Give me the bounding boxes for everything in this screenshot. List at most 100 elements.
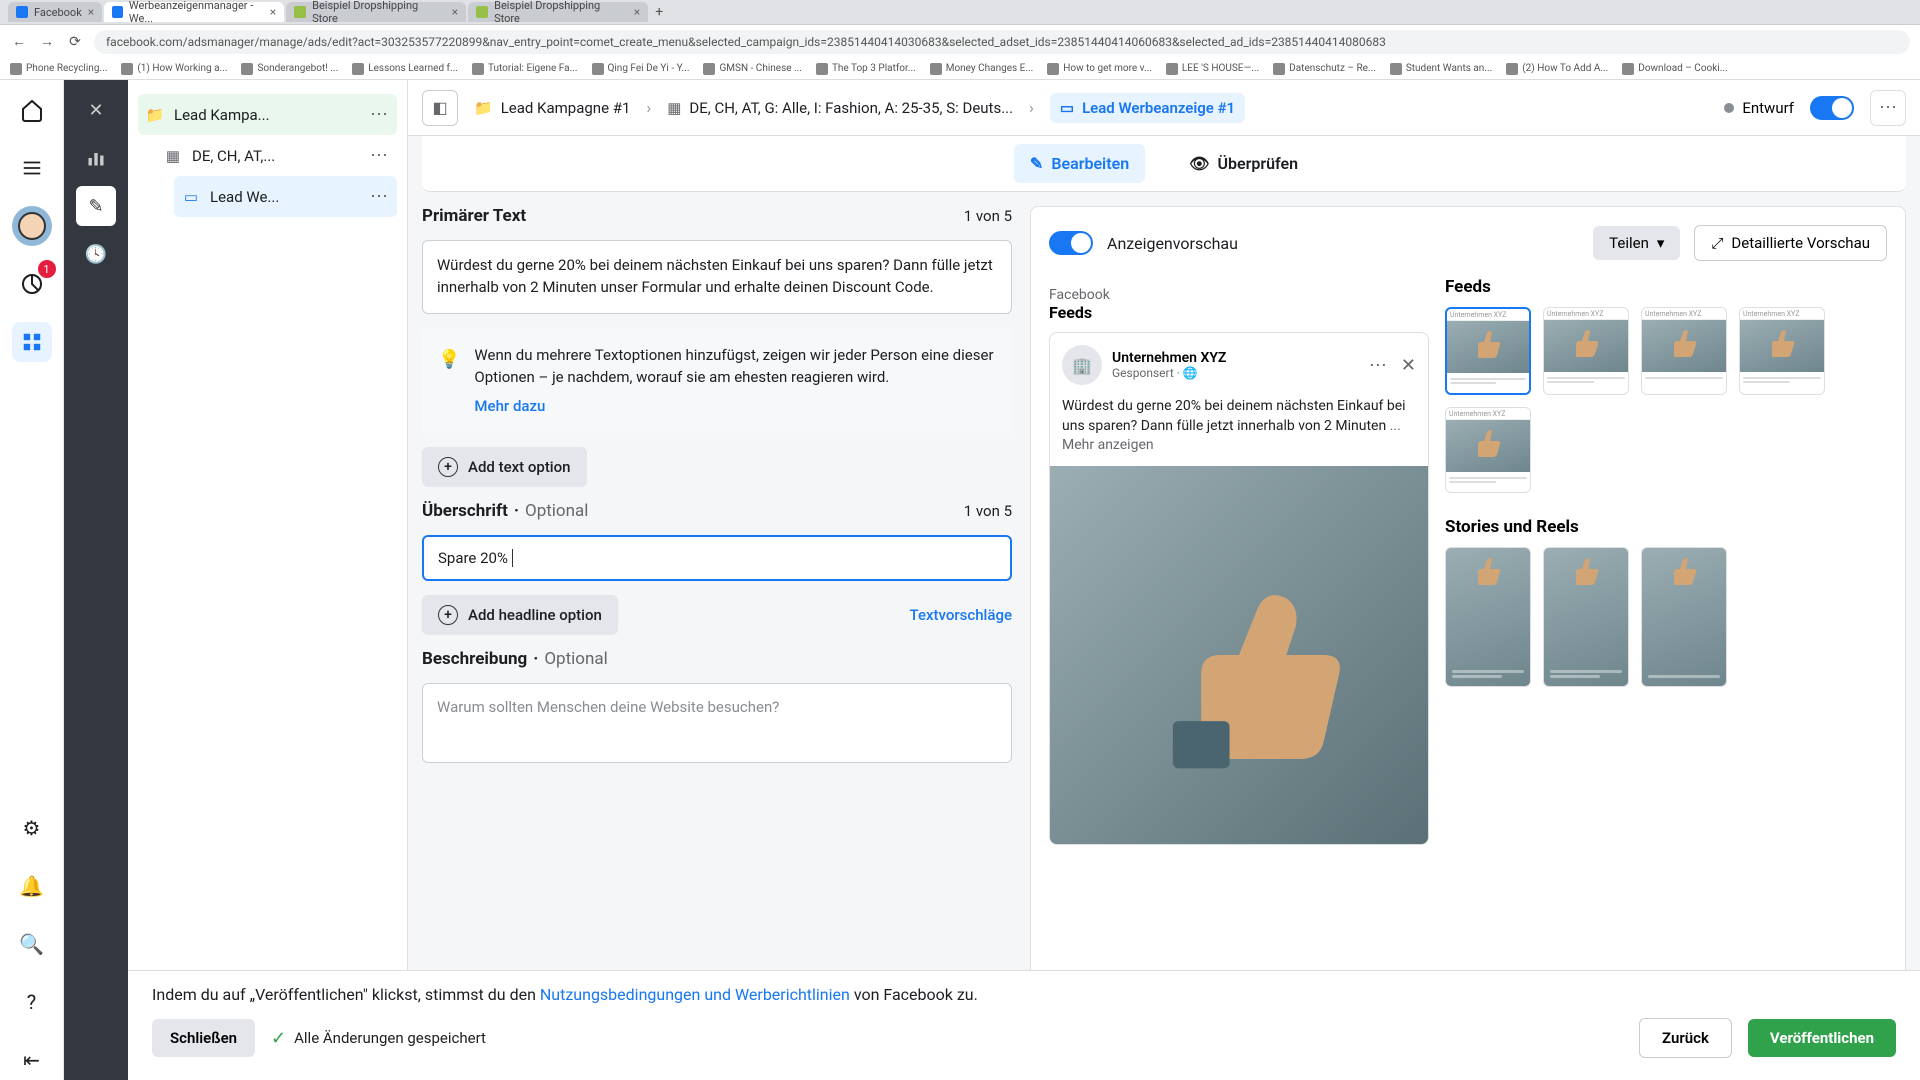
new-tab-icon[interactable]: + xyxy=(650,3,668,21)
share-button[interactable]: Teilen▾ xyxy=(1593,226,1680,260)
tree-adset[interactable]: ▦ DE, CH, AT,... ⋯ xyxy=(156,135,397,176)
tree-campaign[interactable]: 📁 Lead Kampa... ⋯ xyxy=(138,94,397,135)
url-field[interactable]: facebook.com/adsmanager/manage/ads/edit?… xyxy=(94,30,1910,54)
placements-panel: Feeds Unternehmen XYZ Unternehmen XYZ Un… xyxy=(1445,277,1887,1047)
saved-status: ✓Alle Änderungen gespeichert xyxy=(271,1028,486,1049)
placement-story-thumb[interactable] xyxy=(1543,547,1629,687)
bookmark-item[interactable]: Money Changes E... xyxy=(930,63,1034,75)
close-icon[interactable]: ✕ xyxy=(76,90,116,130)
browser-tab[interactable]: Beispiel Dropshipping Store× xyxy=(286,2,466,22)
headline-input[interactable]: Spare 20% xyxy=(422,535,1012,581)
chart-icon[interactable] xyxy=(76,138,116,178)
expand-icon: ⤢ xyxy=(1711,234,1723,252)
lightbulb-icon: 💡 xyxy=(438,346,460,418)
bookmark-item[interactable]: The Top 3 Platfor... xyxy=(816,63,916,75)
bookmark-item[interactable]: Student Wants an... xyxy=(1390,63,1492,75)
breadcrumb-ad[interactable]: ▭Lead Werbeanzeige #1 xyxy=(1050,93,1245,123)
detailed-preview-button[interactable]: ⤢Detaillierte Vorschau xyxy=(1694,225,1887,261)
breadcrumb-adset[interactable]: ▦DE, CH, AT, G: Alle, I: Fashion, A: 25-… xyxy=(667,99,1013,117)
help-icon[interactable]: ? xyxy=(12,982,52,1022)
tab-edit[interactable]: ✎Bearbeiten xyxy=(1014,144,1145,183)
chevron-down-icon: ▾ xyxy=(1657,234,1665,252)
placement-thumb[interactable]: Unternehmen XYZ xyxy=(1445,407,1531,493)
bookmark-item[interactable]: How to get more v... xyxy=(1047,63,1152,75)
breadcrumb-campaign[interactable]: 📁Lead Kampagne #1 xyxy=(474,99,630,117)
menu-icon[interactable] xyxy=(12,148,52,188)
browser-chrome: Facebook× Werbeanzeigenmanager - We...× … xyxy=(0,0,1920,58)
form-column: Primärer Text 1 von 5 Würdest du gerne 2… xyxy=(422,206,1012,1066)
bookmark-item[interactable]: GMSN - Chinese ... xyxy=(703,63,801,75)
bookmark-item[interactable]: Sonderangebot! ... xyxy=(241,63,338,75)
forward-icon[interactable]: → xyxy=(38,33,56,51)
browser-tab-active[interactable]: Werbeanzeigenmanager - We...× xyxy=(104,2,284,22)
bookmark-item[interactable]: (1) How Working a... xyxy=(121,63,227,75)
placement-thumb[interactable]: Unternehmen XYZ xyxy=(1739,307,1825,395)
close-icon[interactable]: × xyxy=(452,5,458,19)
close-icon[interactable]: × xyxy=(88,5,94,19)
add-headline-option-button[interactable]: +Add headline option xyxy=(422,595,618,635)
more-icon[interactable]: ⋯ xyxy=(1369,355,1387,376)
counter: 1 von 5 xyxy=(964,502,1012,520)
collapse-icon[interactable]: ⇤ xyxy=(12,1040,52,1080)
gear-icon[interactable]: ⚙ xyxy=(12,808,52,848)
bookmark-item[interactable]: Datenschutz – Re... xyxy=(1273,63,1376,75)
grid-icon[interactable] xyxy=(12,322,52,362)
placement-thumb[interactable]: Unternehmen XYZ xyxy=(1543,307,1629,395)
placement-thumb[interactable]: Unternehmen XYZ xyxy=(1641,307,1727,395)
close-icon[interactable]: × xyxy=(270,5,276,19)
edit-icon[interactable]: ✎ xyxy=(76,186,116,226)
ad-text: Würdest du gerne 20% bei deinem nächsten… xyxy=(1050,397,1428,466)
more-icon[interactable]: ⋯ xyxy=(1870,90,1906,126)
close-icon[interactable]: ✕ xyxy=(1401,355,1416,376)
bookmark-item[interactable]: Tutorial: Eigene Fa... xyxy=(472,63,578,75)
back-icon[interactable]: ← xyxy=(10,33,28,51)
adset-icon: ▦ xyxy=(667,99,681,117)
preview-toggle[interactable] xyxy=(1049,231,1093,255)
check-icon: ✓ xyxy=(271,1028,286,1049)
tree-ad[interactable]: ▭ Lead We... ⋯ xyxy=(174,176,397,217)
fb-feeds-label: Facebook Feeds xyxy=(1049,277,1429,322)
tab-review[interactable]: 👁Überprüfen xyxy=(1173,144,1314,183)
bookmark-item[interactable]: (2) How To Add A... xyxy=(1506,63,1608,75)
more-icon[interactable]: ⋯ xyxy=(370,186,389,207)
bell-icon[interactable]: 🔔 xyxy=(12,866,52,906)
bookmark-item[interactable]: Qing Fei De Yi - Y... xyxy=(592,63,690,75)
panel-toggle-icon[interactable]: ◧ xyxy=(422,90,458,126)
bookmark-item[interactable]: Lessons Learned f... xyxy=(352,63,458,75)
reload-icon[interactable]: ⟳ xyxy=(66,33,84,51)
advertiser-avatar: 🏢 xyxy=(1062,345,1102,385)
placement-story-thumb[interactable] xyxy=(1641,547,1727,687)
primary-text-input[interactable]: Würdest du gerne 20% bei deinem nächsten… xyxy=(422,240,1012,314)
chevron-right-icon: › xyxy=(1029,98,1034,117)
description-input[interactable]: Warum sollten Menschen deine Website bes… xyxy=(422,683,1012,763)
placement-story-thumb[interactable] xyxy=(1445,547,1531,687)
avatar-icon[interactable] xyxy=(12,206,52,246)
ad-preview-card: 🏢 Unternehmen XYZ Gesponsert · 🌐 ⋯✕ Würd… xyxy=(1049,332,1429,845)
bookmark-item[interactable]: LEE 'S HOUSE—... xyxy=(1166,63,1259,75)
add-text-option-button[interactable]: +Add text option xyxy=(422,447,587,487)
pie-icon[interactable]: 1 xyxy=(12,264,52,304)
text-suggestions-link[interactable]: Textvorschläge xyxy=(910,606,1013,624)
toggle[interactable] xyxy=(1810,96,1854,120)
feeds-title: Feeds xyxy=(1445,277,1887,297)
close-button[interactable]: Schließen xyxy=(152,1019,255,1057)
publish-button[interactable]: Veröffentlichen xyxy=(1748,1019,1896,1057)
browser-tab[interactable]: Facebook× xyxy=(8,2,102,22)
ad-icon: ▭ xyxy=(1060,99,1074,117)
close-icon[interactable]: × xyxy=(634,5,640,19)
bookmark-item[interactable]: Download – Cooki... xyxy=(1622,63,1727,75)
clock-icon[interactable]: 🕓 xyxy=(76,234,116,274)
editor-rail: ✕ ✎ 🕓 xyxy=(64,80,128,1080)
more-icon[interactable]: ⋯ xyxy=(370,145,389,166)
home-icon[interactable] xyxy=(12,90,52,130)
bookmark-item[interactable]: Phone Recycling... xyxy=(10,63,107,75)
placement-thumb[interactable]: Unternehmen XYZ xyxy=(1445,307,1531,395)
terms-link[interactable]: Nutzungsbedingungen und Werberichtlinien xyxy=(540,985,850,1004)
learn-more-link[interactable]: Mehr dazu xyxy=(474,395,996,418)
back-button[interactable]: Zurück xyxy=(1639,1018,1732,1058)
address-bar: ← → ⟳ facebook.com/adsmanager/manage/ads… xyxy=(0,24,1920,58)
search-icon[interactable]: 🔍 xyxy=(12,924,52,964)
browser-tab[interactable]: Beispiel Dropshipping Store× xyxy=(468,2,648,22)
plus-icon: + xyxy=(438,605,458,625)
more-icon[interactable]: ⋯ xyxy=(370,104,389,125)
